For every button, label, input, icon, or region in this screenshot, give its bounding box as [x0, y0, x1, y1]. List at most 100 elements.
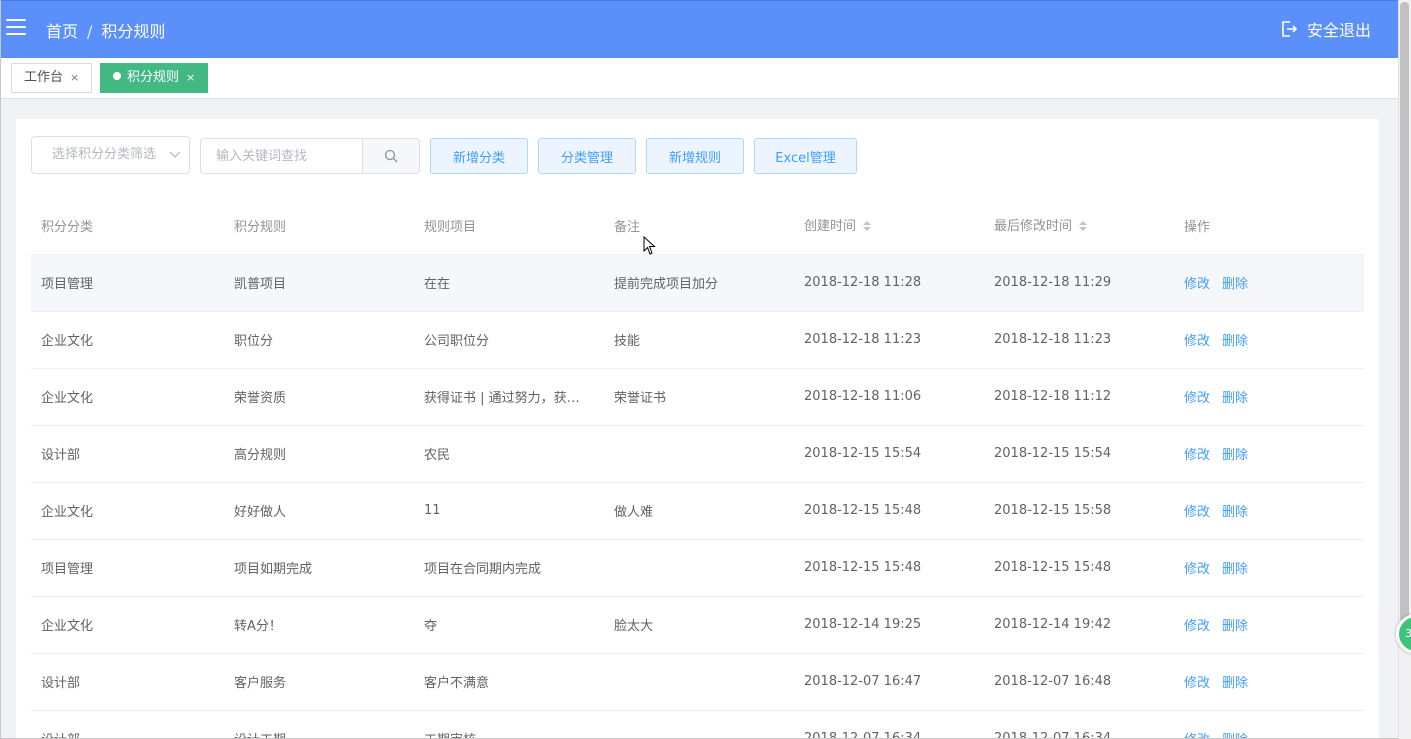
- cell-created: 2018-12-07 16:34: [794, 710, 984, 738]
- col-modified-label: 最后修改时间: [994, 218, 1073, 234]
- cell-rule: 转A分！: [224, 596, 414, 654]
- cell-rule-item: 客户不满意: [414, 653, 604, 711]
- cell-remark: 技能: [604, 311, 794, 369]
- sort-icon[interactable]: [862, 220, 872, 236]
- table-row: 企业文化 荣誉资质 获得证书 | 通过努力，获… 荣誉证书 2018-12-18 11:…: [31, 368, 1364, 426]
- breadcrumb-separator: /: [87, 22, 93, 41]
- col-remark: 备注: [604, 197, 794, 255]
- cell-rule-item: 公司职位分: [414, 311, 604, 369]
- cell-rule: 荣誉资质: [224, 368, 414, 426]
- cell-category: 设计部: [31, 425, 224, 483]
- menu-toggle-icon[interactable]: [6, 19, 26, 37]
- cell-rule: 好好做人: [224, 482, 414, 540]
- edit-link[interactable]: 修改: [1184, 562, 1210, 577]
- tab-label: 工作台: [24, 70, 64, 85]
- edit-link[interactable]: 修改: [1184, 391, 1210, 406]
- cell-actions: 修改删除: [1174, 539, 1364, 597]
- delete-link[interactable]: 删除: [1222, 676, 1248, 691]
- col-created[interactable]: 创建时间: [794, 197, 984, 255]
- tab-close-icon[interactable]: ×: [70, 71, 79, 84]
- tab-close-icon[interactable]: ×: [186, 71, 195, 84]
- cell-category: 企业文化: [31, 311, 224, 369]
- col-category: 积分分类: [31, 197, 224, 255]
- rules-table: 积分分类 积分规则 规则项目 备注 创建时间 最后修改时间 操作 项目管理 凯普项…: [31, 197, 1364, 738]
- cell-actions: 修改删除: [1174, 482, 1364, 540]
- edit-link[interactable]: 修改: [1184, 676, 1210, 691]
- table-row: 企业文化 职位分 公司职位分 技能 2018-12-18 11:23 2018-12-18…: [31, 311, 1364, 369]
- tab-label: 积分规则: [127, 70, 180, 85]
- delete-link[interactable]: 删除: [1222, 334, 1248, 349]
- cell-remark: [604, 425, 794, 483]
- cell-modified: 2018-12-07 16:34: [984, 710, 1174, 738]
- app-frame: 首页 / 积分规则 安全退出 工作台 × 积分规则 × 选择积分分类筛选 输入关…: [0, 0, 1398, 739]
- cell-created: 2018-12-14 19:25: [794, 596, 984, 654]
- col-rule-item: 规则项目: [414, 197, 604, 255]
- delete-link[interactable]: 删除: [1222, 562, 1248, 577]
- tab-bar: 工作台 × 积分规则 ×: [1, 58, 1398, 99]
- category-manage-button[interactable]: 分类管理: [538, 138, 636, 174]
- delete-link[interactable]: 删除: [1222, 733, 1248, 738]
- cell-remark: [604, 653, 794, 711]
- category-filter-select[interactable]: 选择积分分类筛选: [31, 136, 190, 174]
- cell-modified: 2018-12-07 16:48: [984, 653, 1174, 711]
- tab-workbench[interactable]: 工作台 ×: [11, 63, 93, 93]
- cell-rule-item: 11: [414, 482, 604, 540]
- table-row: 设计部 高分规则 农民 2018-12-15 15:54 2018-12-15 15:5…: [31, 425, 1364, 483]
- cell-actions: 修改删除: [1174, 368, 1364, 426]
- breadcrumb-current: 积分规则: [101, 22, 166, 41]
- col-rule: 积分规则: [224, 197, 414, 255]
- top-header: 首页 / 积分规则 安全退出: [1, 0, 1398, 58]
- cell-rule-item: 项目在合同期内完成: [414, 539, 604, 597]
- cell-remark: [604, 710, 794, 738]
- delete-link[interactable]: 删除: [1222, 619, 1248, 634]
- table-row: 项目管理 凯普项目 在在 提前完成项目加分 2018-12-18 11:28 2018-1…: [31, 254, 1364, 312]
- delete-link[interactable]: 删除: [1222, 277, 1248, 292]
- cell-category: 项目管理: [31, 539, 224, 597]
- cell-rule-item: 在在: [414, 254, 604, 312]
- cell-rule: 凯普项目: [224, 254, 414, 312]
- tab-points-rules[interactable]: 积分规则 ×: [100, 63, 209, 93]
- cell-rule: 客户服务: [224, 653, 414, 711]
- table-header-row: 积分分类 积分规则 规则项目 备注 创建时间 最后修改时间 操作: [31, 197, 1364, 255]
- delete-link[interactable]: 删除: [1222, 391, 1248, 406]
- edit-link[interactable]: 修改: [1184, 619, 1210, 634]
- delete-link[interactable]: 删除: [1222, 505, 1248, 520]
- edit-link[interactable]: 修改: [1184, 505, 1210, 520]
- cell-remark: 脸太大: [604, 596, 794, 654]
- cell-created: 2018-12-15 15:54: [794, 425, 984, 483]
- edit-link[interactable]: 修改: [1184, 334, 1210, 349]
- sort-icon[interactable]: [1078, 220, 1088, 236]
- cell-created: 2018-12-18 11:23: [794, 311, 984, 369]
- breadcrumb-home[interactable]: 首页: [46, 22, 78, 41]
- cell-actions: 修改删除: [1174, 254, 1364, 312]
- scrollbar-thumb[interactable]: [1400, 2, 1409, 622]
- col-modified[interactable]: 最后修改时间: [984, 197, 1174, 255]
- breadcrumb: 首页 / 积分规则: [46, 18, 165, 42]
- cell-rule: 设计工期: [224, 710, 414, 738]
- edit-link[interactable]: 修改: [1184, 733, 1210, 738]
- cell-actions: 修改删除: [1174, 425, 1364, 483]
- add-category-button[interactable]: 新增分类: [430, 138, 528, 174]
- col-actions: 操作: [1174, 197, 1364, 255]
- delete-link[interactable]: 删除: [1222, 448, 1248, 463]
- edit-link[interactable]: 修改: [1184, 277, 1210, 292]
- cell-rule-item: 农民: [414, 425, 604, 483]
- select-placeholder: 选择积分分类筛选: [52, 147, 157, 162]
- edit-link[interactable]: 修改: [1184, 448, 1210, 463]
- cell-category: 企业文化: [31, 596, 224, 654]
- keyword-search-input[interactable]: [200, 138, 363, 174]
- cell-created: 2018-12-18 11:28: [794, 254, 984, 312]
- cell-category: 企业文化: [31, 482, 224, 540]
- logout-label: 安全退出: [1306, 21, 1371, 40]
- cell-rule: 职位分: [224, 311, 414, 369]
- cell-modified: 2018-12-15 15:48: [984, 539, 1174, 597]
- col-created-label: 创建时间: [804, 218, 857, 234]
- cell-remark: [604, 539, 794, 597]
- cell-actions: 修改 删除: [1174, 710, 1364, 738]
- table-row: 项目管理 项目如期完成 项目在合同期内完成 2018-12-15 15:48 2018-…: [31, 539, 1364, 597]
- logout-button[interactable]: 安全退出: [1279, 17, 1371, 41]
- excel-manage-button[interactable]: Excel管理: [754, 138, 857, 174]
- cell-category: 设计部: [31, 653, 224, 711]
- add-rule-button[interactable]: 新增规则: [646, 138, 744, 174]
- search-button[interactable]: [362, 138, 420, 174]
